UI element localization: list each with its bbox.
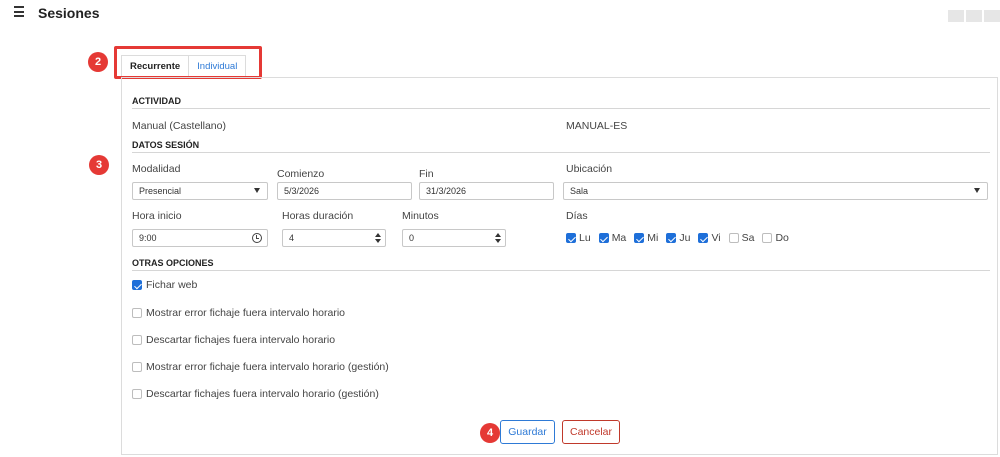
stepper-icon[interactable] <box>492 231 503 245</box>
otras-opciones-heading: OTRAS OPCIONES <box>132 258 214 268</box>
step-badge-4: 4 <box>480 423 500 443</box>
checkbox-empty-icon[interactable] <box>762 233 773 243</box>
checkbox-checked-icon[interactable] <box>634 233 645 243</box>
option-mostrar-error-gestion[interactable]: Mostrar error fichaje fuera intervalo ho… <box>132 361 389 373</box>
modalidad-value: Presencial <box>139 186 182 196</box>
cancel-button[interactable]: Cancelar <box>562 420 620 444</box>
day-checkbox-vi[interactable]: Vi <box>698 232 721 244</box>
actividad-name: Manual (Castellano) <box>132 120 226 132</box>
fin-label: Fin <box>419 168 434 180</box>
day-checkbox-mi[interactable]: Mi <box>634 232 658 244</box>
comienzo-input[interactable]: 5/3/2026 <box>277 182 412 200</box>
checkbox-checked-icon[interactable] <box>698 233 709 243</box>
day-checkbox-sa[interactable]: Sa <box>728 232 755 244</box>
page-title: Sesiones <box>38 5 100 21</box>
divider <box>132 108 990 109</box>
option-label: Mostrar error fichaje fuera intervalo ho… <box>146 307 345 319</box>
chevron-down-icon <box>254 188 260 193</box>
ubicacion-label: Ubicación <box>566 163 613 175</box>
stepper-icon[interactable] <box>372 231 383 245</box>
day-label: Vi <box>711 232 721 244</box>
modalidad-label: Modalidad <box>132 163 181 175</box>
actividad-code: MANUAL-ES <box>566 120 628 132</box>
option-label: Fichar web <box>146 279 198 291</box>
option-label: Descartar fichajes fuera intervalo horar… <box>146 334 336 346</box>
day-checkbox-lu[interactable]: Lu <box>566 232 591 244</box>
hora-inicio-input[interactable]: 9:00 <box>132 229 268 247</box>
dias-checkbox-group: Lu Ma Mi Ju Vi Sa Do <box>566 232 797 244</box>
datos-sesion-heading: DATOS SESIÓN <box>132 140 200 150</box>
checkbox-checked-icon[interactable] <box>666 233 677 243</box>
option-descartar-fichajes[interactable]: Descartar fichajes fuera intervalo horar… <box>132 334 335 346</box>
day-label: Sa <box>741 232 755 244</box>
tabs-highlight-box <box>114 46 262 79</box>
day-label: Mi <box>647 232 659 244</box>
dias-label: Días <box>566 210 588 222</box>
day-checkbox-ma[interactable]: Ma <box>598 232 627 244</box>
hora-inicio-label: Hora inicio <box>132 210 182 222</box>
divider <box>132 270 990 271</box>
clock-icon[interactable] <box>252 233 262 243</box>
checkbox-empty-icon[interactable] <box>132 308 142 318</box>
minutos-input[interactable]: 0 <box>402 229 506 247</box>
actividad-heading: ACTIVIDAD <box>132 96 181 106</box>
divider <box>132 152 990 153</box>
checkbox-empty-icon[interactable] <box>132 389 142 399</box>
ubicacion-select[interactable]: Sala <box>563 182 988 200</box>
day-label: Ju <box>679 232 691 244</box>
option-label: Descartar fichajes fuera intervalo horar… <box>146 388 379 400</box>
save-button[interactable]: Guardar <box>500 420 555 444</box>
user-area-placeholder <box>948 10 1000 22</box>
horas-duracion-input[interactable]: 4 <box>282 229 386 247</box>
day-checkbox-ju[interactable]: Ju <box>666 232 690 244</box>
horas-duracion-value: 4 <box>289 233 295 243</box>
option-label: Mostrar error fichaje fuera intervalo ho… <box>146 361 389 373</box>
day-label: Ma <box>611 232 627 244</box>
horas-duracion-label: Horas duración <box>282 210 354 222</box>
option-descartar-fichajes-gestion[interactable]: Descartar fichajes fuera intervalo horar… <box>132 388 379 400</box>
option-mostrar-error[interactable]: Mostrar error fichaje fuera intervalo ho… <box>132 307 345 319</box>
ubicacion-value: Sala <box>570 186 589 196</box>
minutos-label: Minutos <box>402 210 439 222</box>
modalidad-select[interactable]: Presencial <box>132 182 268 200</box>
minutos-value: 0 <box>409 233 415 243</box>
checkbox-empty-icon[interactable] <box>132 335 142 345</box>
day-checkbox-do[interactable]: Do <box>762 232 789 244</box>
step-badge-3: 3 <box>89 155 109 175</box>
comienzo-label: Comienzo <box>277 168 325 180</box>
menu-icon[interactable] <box>14 6 26 18</box>
checkbox-checked-icon[interactable] <box>598 233 609 243</box>
option-fichar-web[interactable]: Fichar web <box>132 279 197 291</box>
day-label: Do <box>775 232 789 244</box>
checkbox-empty-icon[interactable] <box>728 233 739 243</box>
checkbox-checked-icon[interactable] <box>132 280 142 290</box>
checkbox-checked-icon[interactable] <box>566 233 576 243</box>
day-label: Lu <box>579 232 591 244</box>
fin-input[interactable]: 31/3/2026 <box>419 182 554 200</box>
checkbox-empty-icon[interactable] <box>132 362 142 372</box>
hora-inicio-value: 9:00 <box>139 233 157 243</box>
step-badge-2: 2 <box>88 52 108 72</box>
chevron-down-icon <box>974 188 980 193</box>
